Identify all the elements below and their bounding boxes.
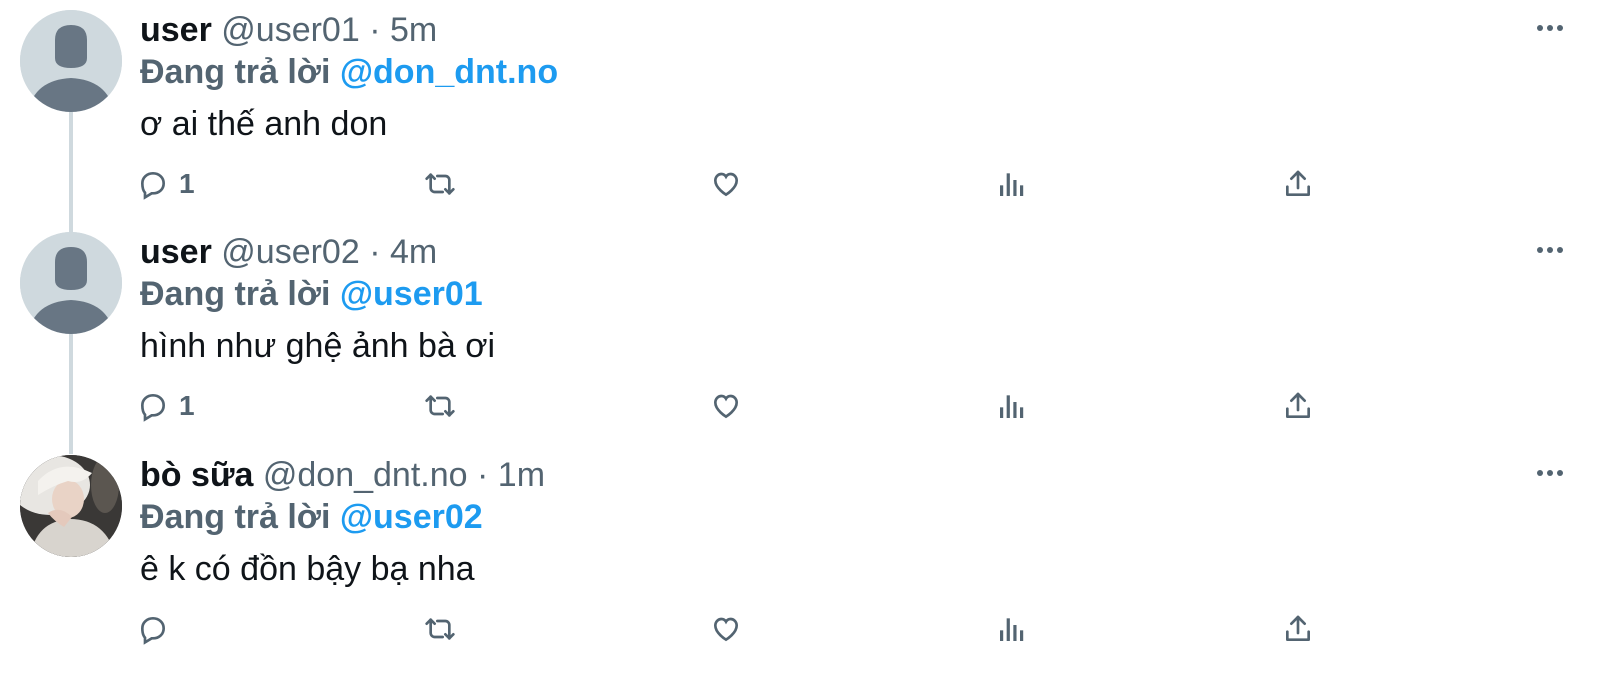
views-button[interactable] — [996, 609, 1028, 649]
reply-button[interactable]: 1 — [137, 386, 195, 426]
mention-link[interactable]: @don_dnt.no — [340, 53, 558, 91]
retweet-icon — [425, 173, 455, 195]
action-bar — [0, 609, 1620, 649]
display-name[interactable]: bò sữa — [140, 456, 253, 494]
separator-dot: · — [369, 11, 381, 49]
display-name[interactable]: user — [140, 11, 212, 49]
tweet-text: hình như ghệ ảnh bà ơi — [140, 327, 496, 365]
retweet-icon — [425, 395, 455, 417]
replying-to: Đang trả lời @don_dnt.no — [140, 50, 558, 94]
share-icon — [1286, 615, 1310, 641]
share-button[interactable] — [1282, 609, 1314, 649]
views-button[interactable] — [996, 386, 1028, 426]
separator-dot: · — [477, 456, 489, 494]
reply-count: 1 — [179, 168, 195, 199]
tweet-3[interactable]: bò sữa @don_dnt.no · 1m Đang trả lời @us… — [0, 445, 1620, 667]
tweet-header: user @user01 · 5m — [140, 8, 437, 52]
mention-link[interactable]: @user01 — [340, 275, 483, 313]
views-icon — [1000, 395, 1024, 418]
tweet-text: ê k có đồn bậy bạ nha — [140, 550, 475, 588]
user-handle[interactable]: @don_dnt.no — [263, 456, 468, 494]
like-icon — [713, 172, 739, 197]
replying-to: Đang trả lời @user01 — [140, 272, 483, 316]
action-bar: 1 — [0, 386, 1620, 426]
mention-link[interactable]: @user02 — [340, 498, 483, 536]
retweet-button[interactable] — [422, 386, 458, 426]
retweet-button[interactable] — [422, 609, 458, 649]
replying-prefix: Đang trả lời — [140, 275, 331, 313]
user-handle[interactable]: @user01 — [221, 11, 359, 49]
retweet-icon — [425, 618, 455, 640]
views-icon — [1000, 618, 1024, 641]
separator-dot: · — [369, 233, 381, 271]
replying-prefix: Đang trả lời — [140, 498, 331, 536]
like-icon — [713, 394, 739, 419]
profile-photo[interactable] — [20, 455, 122, 557]
tweet-2[interactable]: user @user02 · 4m Đang trả lời @user01 h… — [0, 222, 1620, 454]
share-icon — [1286, 170, 1310, 196]
more-options-icon[interactable] — [1532, 240, 1568, 260]
tweet-header: user @user02 · 4m — [140, 230, 437, 274]
user-handle[interactable]: @user02 — [221, 233, 359, 271]
tweet-text: ơ ai thế anh don — [140, 105, 388, 143]
timestamp[interactable]: 1m — [498, 456, 545, 494]
share-icon — [1286, 392, 1310, 418]
views-button[interactable] — [996, 164, 1028, 204]
timestamp[interactable]: 4m — [390, 233, 437, 271]
retweet-button[interactable] — [422, 164, 458, 204]
like-icon — [713, 617, 739, 642]
display-name[interactable]: user — [140, 233, 212, 271]
share-button[interactable] — [1282, 386, 1314, 426]
timestamp[interactable]: 5m — [390, 11, 437, 49]
views-icon — [1000, 173, 1024, 196]
default-avatar-icon[interactable] — [20, 10, 122, 112]
replying-to: Đang trả lời @user02 — [140, 495, 483, 539]
like-button[interactable] — [709, 164, 743, 204]
tweet-header: bò sữa @don_dnt.no · 1m — [140, 453, 545, 497]
more-options-icon[interactable] — [1532, 463, 1568, 483]
share-button[interactable] — [1282, 164, 1314, 204]
action-bar: 1 — [0, 164, 1620, 204]
default-avatar-icon[interactable] — [20, 232, 122, 334]
reply-icon — [140, 171, 166, 200]
like-button[interactable] — [709, 609, 743, 649]
reply-icon — [140, 393, 166, 422]
like-button[interactable] — [709, 386, 743, 426]
tweet-1[interactable]: user @user01 · 5m Đang trả lời @don_dnt.… — [0, 0, 1620, 232]
replying-prefix: Đang trả lời — [140, 53, 331, 91]
reply-button[interactable]: 1 — [137, 164, 195, 204]
more-options-icon[interactable] — [1532, 18, 1568, 38]
reply-count: 1 — [179, 390, 195, 421]
reply-icon — [140, 616, 166, 645]
reply-button[interactable] — [137, 609, 169, 649]
